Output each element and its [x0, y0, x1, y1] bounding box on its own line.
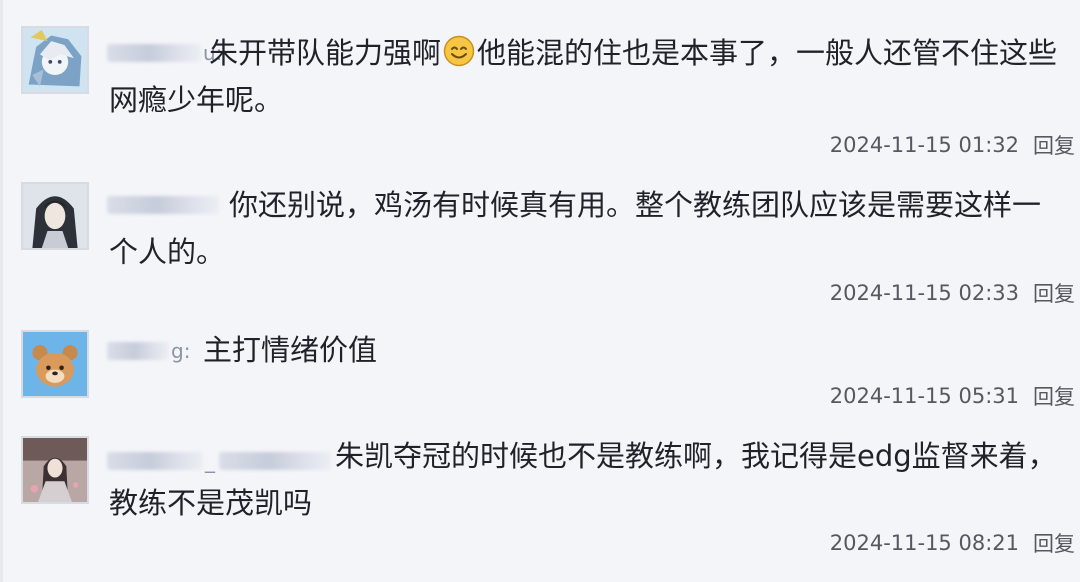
avatar[interactable]	[21, 182, 89, 250]
comment-meta: 2024-11-15 08:21 回复	[830, 528, 1075, 558]
reply-button[interactable]: 回复	[1033, 278, 1075, 308]
bear-avatar-icon	[23, 332, 87, 396]
comment-meta: 2024-11-15 02:33 回复	[830, 278, 1075, 308]
avatar[interactable]	[21, 26, 89, 94]
comment-text: 主打情绪价值	[203, 333, 378, 367]
portrait-avatar-icon	[23, 184, 87, 248]
avatar[interactable]	[21, 436, 89, 504]
smile-emoji-icon	[443, 34, 475, 67]
anime-avatar-icon	[23, 28, 87, 92]
reply-button[interactable]: 回复	[1033, 528, 1075, 558]
comment-meta: 2024-11-15 01:32 回复	[830, 130, 1075, 160]
comment-text: 朱开带队能力强啊 他能混的住也是本事了，一般人还管不住这些网瘾少年呢。	[109, 30, 1059, 124]
comment-list: u: 朱开带队能力强啊 他能混的住也是本事了，一般人还管不住这些网瘾少年呢。 20…	[0, 0, 1080, 582]
comment-meta: 2024-11-15 05:31 回复	[830, 381, 1075, 411]
timestamp: 2024-11-15 02:33	[829, 281, 1019, 305]
avatar[interactable]	[21, 330, 89, 398]
reply-button[interactable]: 回复	[1033, 381, 1075, 411]
timestamp: 2024-11-15 08:21	[829, 531, 1019, 555]
comment-text: 你还别说，鸡汤有时候真有用。整个教练团队应该是需要这样一个人的。	[109, 188, 1042, 269]
character-avatar-icon	[23, 438, 87, 502]
comment-text-part-1: 朱开带队能力强啊	[209, 36, 442, 70]
comment-text: 朱凯夺冠的时候也不是教练啊，我记得是edg监督来着，教练不是茂凯吗	[109, 439, 1057, 520]
timestamp: 2024-11-15 05:31	[829, 384, 1019, 408]
reply-button[interactable]: 回复	[1033, 130, 1075, 160]
timestamp: 2024-11-15 01:32	[829, 133, 1019, 157]
